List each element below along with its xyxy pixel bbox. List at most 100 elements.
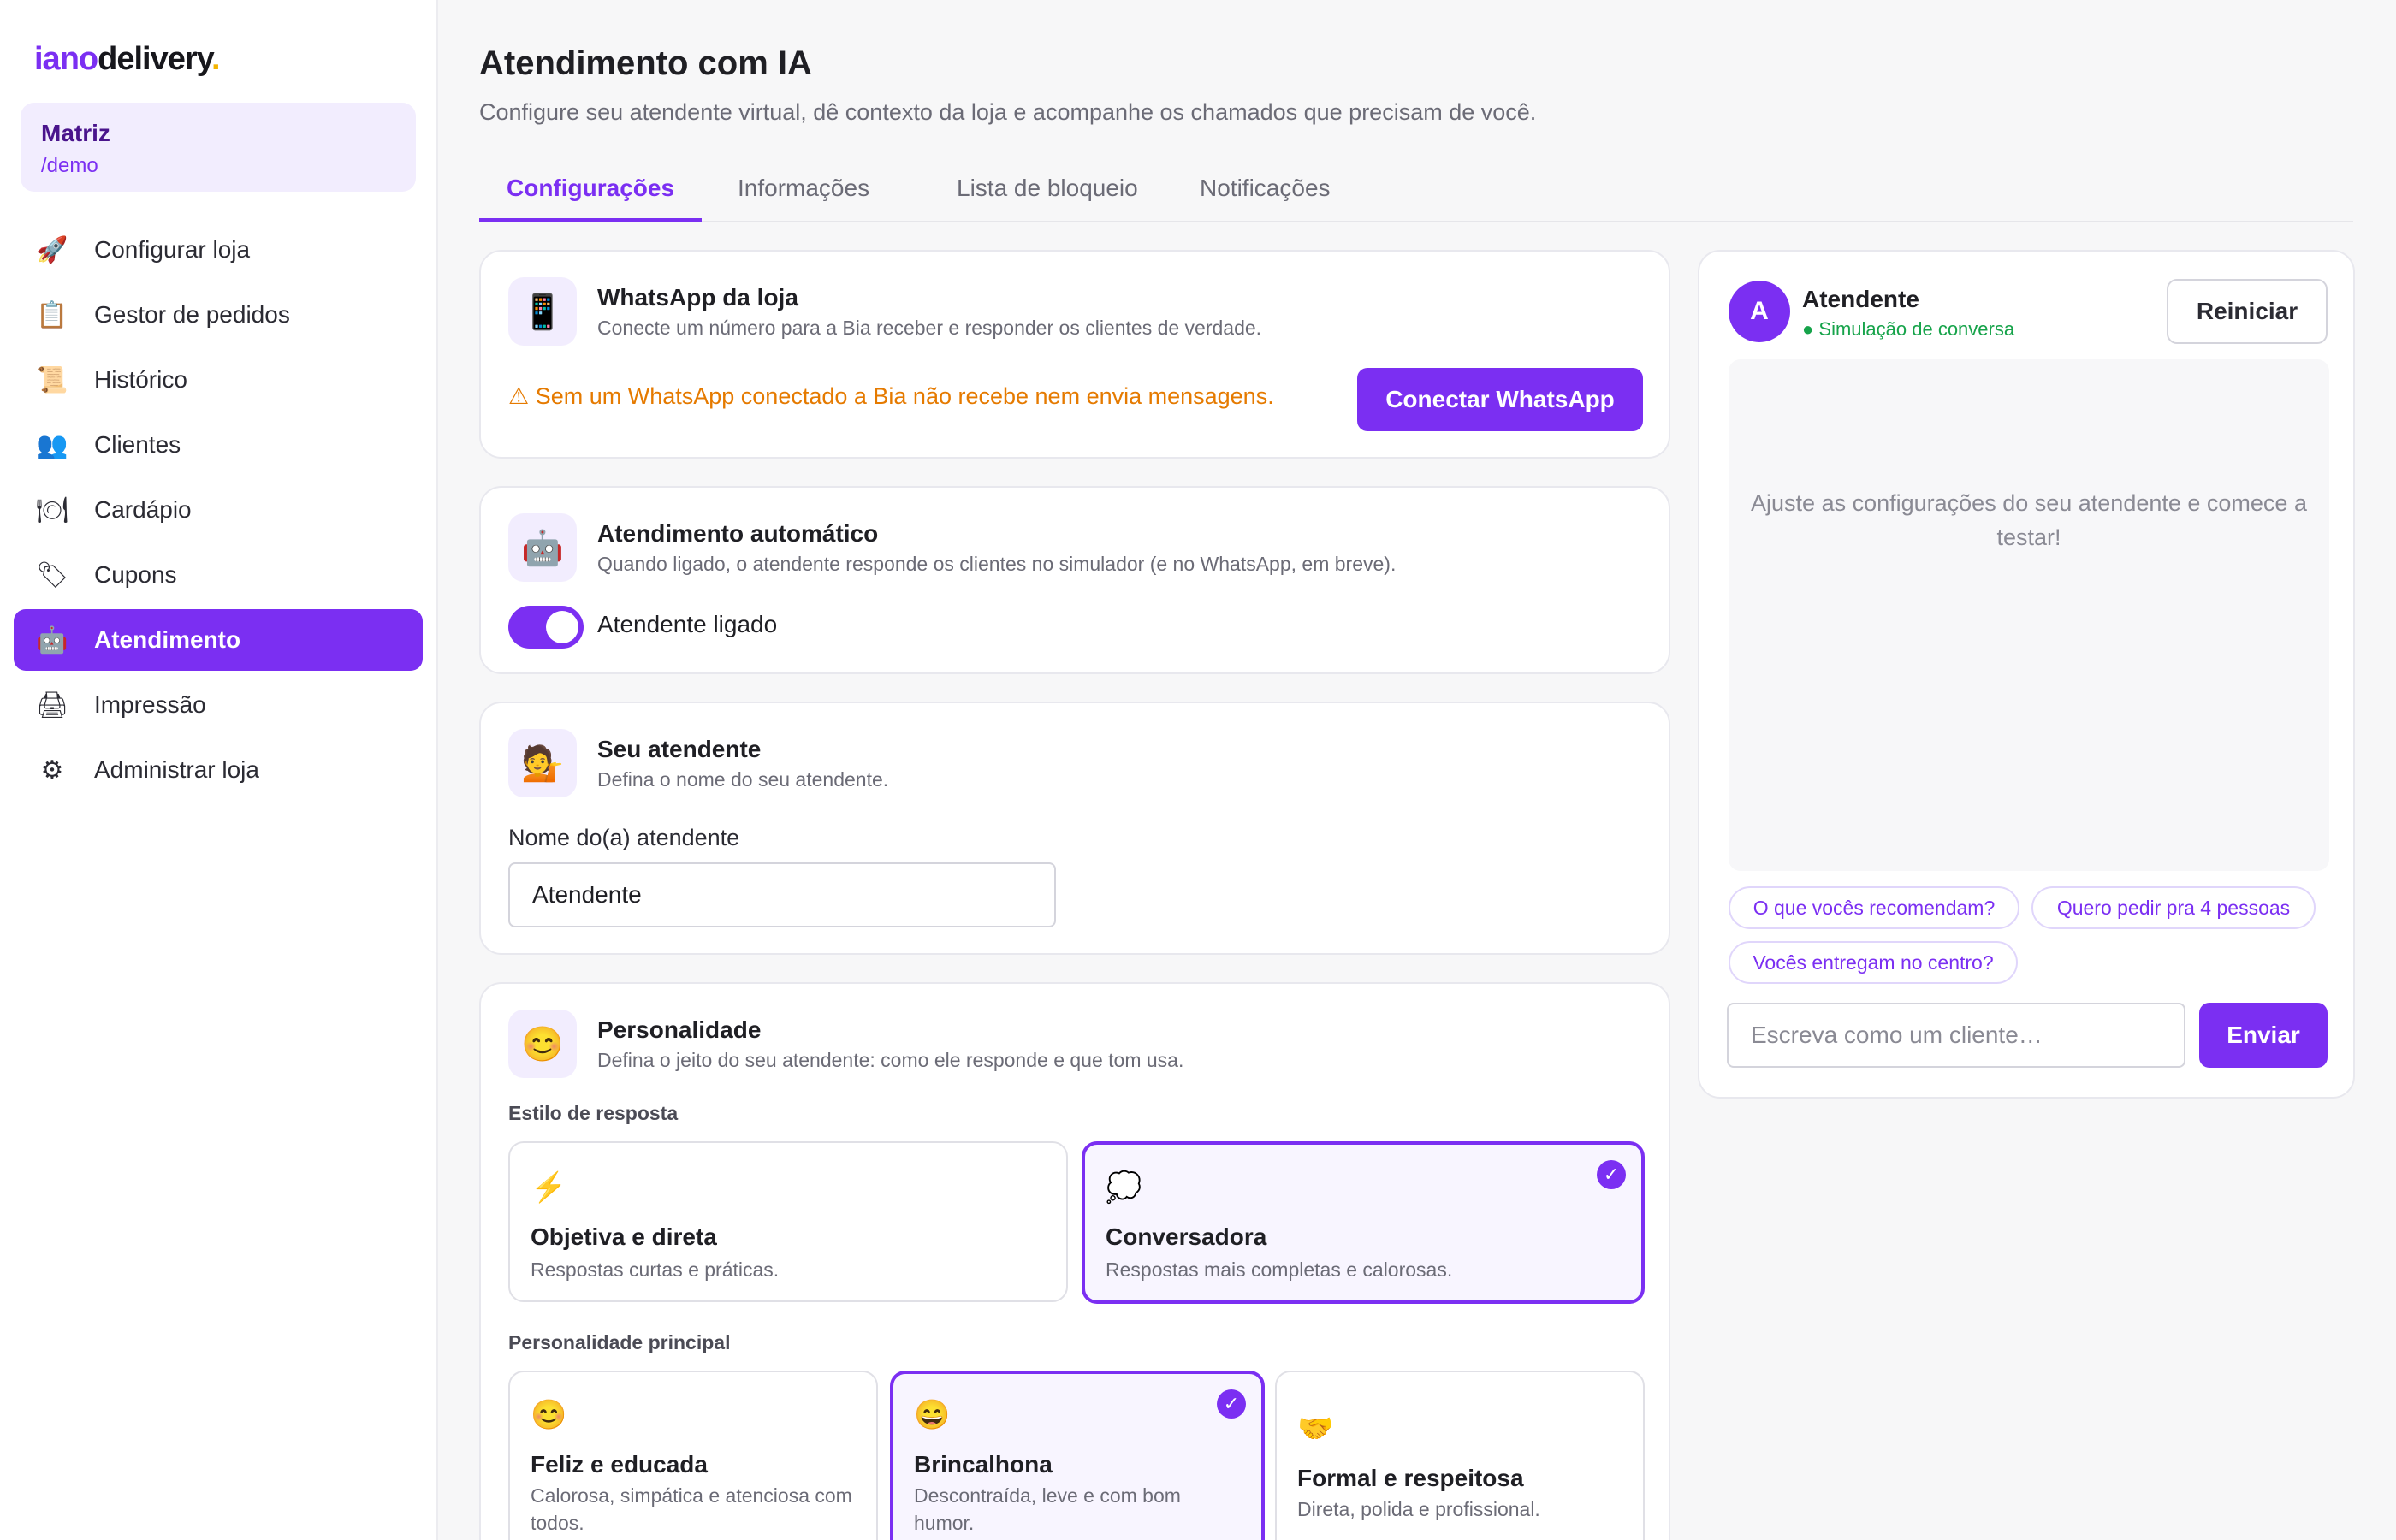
chat-simulator: A Atendente ● Simulação de conversa Rein… <box>1698 250 2355 1099</box>
agent-description: Defina o nome do seu atendente. <box>597 768 889 791</box>
tab-notificacoes[interactable]: Notificações <box>1172 175 1358 222</box>
check-icon: ✓ <box>1217 1389 1246 1419</box>
tag-icon: 🏷 <box>36 560 69 589</box>
personality-option-formal[interactable]: 🤝 Formal e respeitosa Direta, polida e p… <box>1275 1371 1645 1540</box>
printer-icon: 🖨 <box>36 690 69 720</box>
connect-whatsapp-button[interactable]: Conectar WhatsApp <box>1357 368 1643 431</box>
users-icon: 👥 <box>36 430 68 459</box>
person-icon: 💁 <box>508 729 577 797</box>
restart-button[interactable]: Reiniciar <box>2167 279 2328 344</box>
option-title: Objetiva e direta <box>531 1223 717 1250</box>
check-icon: ✓ <box>1597 1160 1626 1189</box>
sidebar-item-label: Histórico <box>94 366 187 393</box>
suggestion-chip[interactable]: Quero pedir pra 4 pessoas <box>2031 886 2316 929</box>
auto-reply-title: Atendimento automático <box>597 520 879 547</box>
robot-icon: 🤖 <box>36 625 68 654</box>
auto-reply-description: Quando ligado, o atendente responde os c… <box>597 553 1397 575</box>
sidebar-item-label: Atendimento <box>94 626 241 653</box>
speech-bubble-icon: 💭 <box>1106 1171 1142 1204</box>
sidebar-item-atendimento[interactable]: 🤖 Atendimento <box>14 609 423 671</box>
style-option-objetiva[interactable]: ⚡ Objetiva e direta Respostas curtas e p… <box>508 1141 1068 1302</box>
option-title: Brincalhona <box>914 1451 1053 1478</box>
rocket-icon: 🚀 <box>36 235 68 264</box>
tab-bar: Configurações Informações Lista de bloqu… <box>479 159 2353 222</box>
sidebar-item-label: Clientes <box>94 431 181 458</box>
sidebar-item-label: Cardápio <box>94 496 192 523</box>
whatsapp-warning: ⚠ Sem um WhatsApp conectado a Bia não re… <box>508 383 1274 409</box>
sidebar-item-label: Administrar loja <box>94 756 259 783</box>
personality-card: 😊 Personalidade Defina o jeito do seu at… <box>479 982 1670 1540</box>
smile-icon: 😊 <box>508 1010 577 1078</box>
option-description: Respostas curtas e práticas. <box>531 1259 780 1281</box>
smile-icon: 😊 <box>531 1399 567 1431</box>
sidebar-item-administrar-loja[interactable]: ⚙ Administrar loja <box>14 739 423 801</box>
chat-message-input[interactable]: Escreva como um cliente… <box>1727 1003 2185 1068</box>
sidebar-item-cardapio[interactable]: 🍽 Cardápio <box>14 479 423 541</box>
brand-logo[interactable]: ianodelivery. <box>34 41 220 78</box>
store-selector[interactable]: Matriz /demo <box>21 103 416 192</box>
sidebar-nav: 🚀 Configurar loja 📋 Gestor de pedidos 📜 His… <box>14 219 423 804</box>
agent-name-label: Nome do(a) atendente <box>508 825 740 850</box>
option-title: Conversadora <box>1106 1223 1267 1250</box>
lightning-icon: ⚡ <box>531 1171 567 1204</box>
agent-name-input[interactable]: Atendente <box>508 862 1056 927</box>
sidebar: ianodelivery. Matriz /demo 🚀 Configurar l… <box>0 0 438 1540</box>
sidebar-item-label: Configurar loja <box>94 236 251 263</box>
sidebar-item-label: Cupons <box>94 561 177 588</box>
option-description: Direta, polida e profissional. <box>1297 1498 1540 1520</box>
sidebar-item-cupons[interactable]: 🏷 Cupons <box>14 544 423 606</box>
personality-description: Defina o jeito do seu atendente: como el… <box>597 1049 1184 1071</box>
agent-title: Seu atendente <box>597 736 762 762</box>
logo-dot: . <box>211 41 221 77</box>
handshake-icon: 🤝 <box>1297 1413 1334 1445</box>
robot-icon: 🤖 <box>508 513 577 582</box>
grin-icon: 😄 <box>914 1399 951 1431</box>
option-description: Calorosa, simpática e atenciosa com todo… <box>531 1484 852 1534</box>
page-title: Atendimento com IA <box>479 44 812 82</box>
phone-icon: 📱 <box>508 277 577 346</box>
option-title: Formal e respeitosa <box>1297 1465 1524 1491</box>
sidebar-item-label: Gestor de pedidos <box>94 301 290 328</box>
logo-part-iano: iano <box>34 41 98 77</box>
tab-configuracoes[interactable]: Configurações <box>479 175 703 222</box>
send-button[interactable]: Enviar <box>2199 1003 2328 1068</box>
suggestion-chip[interactable]: Vocês entregam no centro? <box>1729 941 2018 984</box>
page-subtitle: Configure seu atendente virtual, dê cont… <box>479 99 1537 125</box>
gear-icon: ⚙ <box>40 755 64 785</box>
scroll-icon: 📜 <box>36 365 68 394</box>
chat-empty-state: Ajuste as configurações do seu atendente… <box>1751 490 2307 550</box>
auto-reply-card: 🤖 Atendimento automático Quando ligado, … <box>479 486 1670 674</box>
plate-icon: 🍽 <box>36 495 69 524</box>
whatsapp-description: Conecte um número para a Bia receber e r… <box>597 317 1262 339</box>
clipboard-icon: 📋 <box>36 300 68 329</box>
store-slug: /demo <box>41 154 98 177</box>
whatsapp-title: WhatsApp da loja <box>597 284 798 311</box>
option-description: Respostas mais completas e calorosas. <box>1106 1259 1453 1281</box>
whatsapp-card: 📱 WhatsApp da loja Conecte um número par… <box>479 250 1670 459</box>
toggle-knob <box>546 611 578 643</box>
tab-informacoes[interactable]: Informações <box>710 175 897 222</box>
attendant-toggle[interactable] <box>508 606 584 649</box>
personality-title: Personalidade <box>597 1016 762 1043</box>
response-style-label: Estilo de resposta <box>508 1102 679 1124</box>
sidebar-item-historico[interactable]: 📜 Histórico <box>14 349 423 411</box>
style-option-conversadora[interactable]: ✓ 💭 Conversadora Respostas mais completa… <box>1082 1141 1645 1304</box>
agent-card: 💁 Seu atendente Defina o nome do seu ate… <box>479 702 1670 955</box>
chat-status: ● Simulação de conversa <box>1802 318 2015 340</box>
option-title: Feliz e educada <box>531 1451 708 1478</box>
logo-part-delivery: delivery <box>98 41 212 77</box>
chat-messages-area: Ajuste as configurações do seu atendente… <box>1729 359 2329 871</box>
attendant-toggle-label: Atendente ligado <box>597 611 778 637</box>
suggestion-chip[interactable]: O que vocês recomendam? <box>1729 886 2019 929</box>
sidebar-item-label: Impressão <box>94 691 206 718</box>
tab-lista-de-bloqueio[interactable]: Lista de bloqueio <box>929 175 1165 222</box>
personality-option-feliz[interactable]: 😊 Feliz e educada Calorosa, simpática e … <box>508 1371 878 1540</box>
sidebar-item-gestor-de-pedidos[interactable]: 📋 Gestor de pedidos <box>14 284 423 346</box>
sidebar-item-impressao[interactable]: 🖨 Impressão <box>14 674 423 736</box>
personality-option-brincalhona[interactable]: ✓ 😄 Brincalhona Descontraída, leve e com… <box>890 1371 1265 1540</box>
sidebar-item-configurar-loja[interactable]: 🚀 Configurar loja <box>14 219 423 281</box>
main-personality-label: Personalidade principal <box>508 1331 731 1353</box>
option-description: Descontraída, leve e com bom humor. <box>914 1484 1181 1534</box>
sidebar-item-clientes[interactable]: 👥 Clientes <box>14 414 423 476</box>
avatar: A <box>1729 281 1790 342</box>
